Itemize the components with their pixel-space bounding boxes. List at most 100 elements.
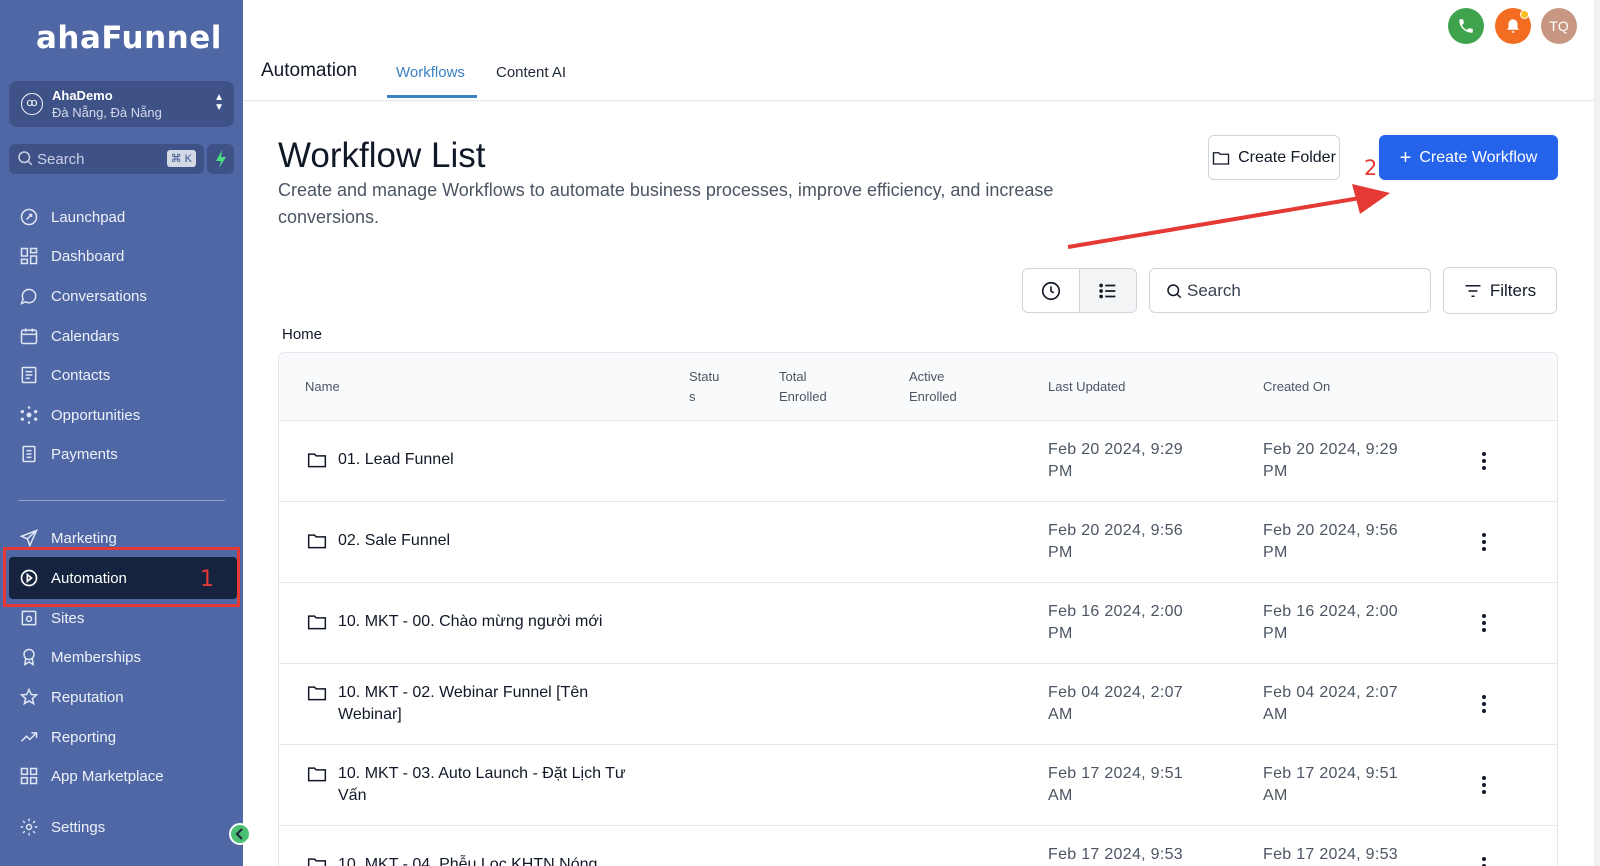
filters-label: Filters: [1489, 280, 1537, 300]
more-options-icon[interactable]: [1480, 613, 1488, 633]
trend-icon: [18, 726, 40, 748]
sidebar-item-label: Payments: [51, 445, 118, 463]
sidebar-item-app-marketplace[interactable]: App Marketplace: [18, 761, 238, 791]
sidebar-item-contacts[interactable]: Contacts: [18, 360, 238, 390]
row-name[interactable]: 02. Sale Funnel: [338, 530, 658, 552]
sidebar-item-payments[interactable]: Payments: [18, 439, 238, 469]
row-last-updated: Feb 20 2024, 9:56 PM: [1048, 522, 1183, 561]
opportunities-icon: [18, 404, 40, 426]
workflow-table: Name Statu s Total Enrolled Active Enrol…: [278, 352, 1558, 866]
row-name[interactable]: 10. MKT - 04. Phễu Lọc KHTN Nóng: [338, 854, 658, 866]
bolt-icon: [215, 150, 226, 168]
row-name[interactable]: 10. MKT - 02. Webinar Funnel [Tên Webina…: [338, 682, 658, 726]
create-folder-label: Create Folder: [1238, 148, 1336, 166]
row-last-updated: Feb 17 2024, 9:53 AM: [1048, 846, 1183, 863]
folder-icon: [307, 858, 327, 866]
tab-workflows[interactable]: Workflows: [396, 64, 465, 81]
search-icon: [18, 151, 33, 166]
sidebar-item-label: Launchpad: [51, 208, 126, 226]
column-header-name[interactable]: Name: [305, 377, 340, 397]
sidebar-item-memberships[interactable]: Memberships: [18, 642, 238, 672]
phone-icon: [1459, 19, 1473, 33]
sidebar-item-sites[interactable]: Sites: [18, 603, 238, 633]
more-options-icon[interactable]: [1480, 532, 1488, 552]
create-workflow-button[interactable]: + Create Workflow: [1379, 135, 1558, 180]
table-row[interactable]: 10. MKT - 04. Phễu Lọc KHTN Nóng Feb 17 …: [279, 826, 1557, 866]
folder-icon: [307, 534, 327, 549]
column-header-total-enrolled[interactable]: Total Enrolled: [779, 367, 827, 407]
folder-icon: [307, 767, 327, 782]
scrollbar[interactable]: [1594, 0, 1600, 866]
breadcrumb[interactable]: Home: [282, 326, 322, 343]
column-header-status[interactable]: Statu s: [689, 367, 719, 407]
sidebar-item-label: Settings: [51, 818, 106, 836]
account-switcher[interactable]: ꝏ AhaDemo Đà Nẵng, Đà Nẵng ▲ ▼: [9, 81, 234, 127]
sidebar-item-label: Sites: [51, 609, 85, 627]
more-options-icon[interactable]: [1480, 451, 1488, 471]
clock-icon: [1041, 281, 1061, 300]
sidebar-item-launchpad[interactable]: Launchpad: [18, 202, 238, 232]
row-last-updated: Feb 16 2024, 2:00 PM: [1048, 603, 1183, 642]
list-view-button[interactable]: [1079, 269, 1136, 312]
payments-icon: [18, 443, 40, 465]
sidebar-item-label: Calendars: [51, 327, 120, 345]
column-header-active-enrolled[interactable]: Active Enrolled: [909, 367, 957, 407]
page-description: Create and manage Workflows to automate …: [278, 180, 1054, 227]
table-row[interactable]: 10. MKT - 03. Auto Launch - Đặt Lịch Tư …: [279, 745, 1557, 826]
row-created-on: Feb 04 2024, 2:07 AM: [1263, 684, 1398, 723]
phone-button[interactable]: [1448, 8, 1484, 44]
account-avatar-icon: ꝏ: [21, 93, 43, 115]
column-header-last-updated[interactable]: Last Updated: [1048, 377, 1125, 397]
view-toggle: [1022, 268, 1137, 313]
annotation-arrow: [1067, 184, 1390, 249]
search-icon: [1167, 284, 1182, 299]
more-options-icon[interactable]: [1480, 775, 1488, 795]
sidebar-item-label: Conversations: [51, 287, 147, 305]
sidebar-item-settings[interactable]: Settings: [18, 812, 238, 842]
create-workflow-label: Create Workflow: [1419, 148, 1538, 166]
table-row[interactable]: 10. MKT - 00. Chào mừng người mới Feb 16…: [279, 583, 1557, 664]
filter-icon: [1465, 284, 1481, 297]
row-last-updated: Feb 04 2024, 2:07 AM: [1048, 684, 1183, 723]
create-folder-button[interactable]: Create Folder: [1208, 135, 1340, 180]
more-options-icon[interactable]: [1480, 694, 1488, 714]
filters-button[interactable]: Filters: [1443, 267, 1557, 314]
sidebar-search[interactable]: Search ⌘ K: [9, 144, 204, 174]
sidebar-divider: [18, 500, 225, 501]
row-name[interactable]: 10. MKT - 00. Chào mừng người mới: [338, 611, 658, 633]
list-icon: [1099, 283, 1116, 298]
row-name[interactable]: 10. MKT - 03. Auto Launch - Đặt Lịch Tư …: [338, 763, 658, 807]
sidebar-item-label: Reporting: [51, 728, 117, 746]
table-row[interactable]: 01. Lead Funnel Feb 20 2024, 9:29 PM Feb…: [279, 421, 1557, 502]
sidebar-item-dashboard[interactable]: Dashboard: [18, 241, 238, 271]
sidebar-item-conversations[interactable]: Conversations: [18, 281, 238, 311]
table-row[interactable]: 10. MKT - 02. Webinar Funnel [Tên Webina…: [279, 664, 1557, 745]
more-options-icon[interactable]: [1480, 856, 1488, 866]
plus-icon: +: [1399, 146, 1412, 169]
user-avatar[interactable]: TQ: [1541, 8, 1577, 44]
row-last-updated: Feb 17 2024, 9:51 AM: [1048, 765, 1183, 804]
row-name[interactable]: 01. Lead Funnel: [338, 449, 658, 471]
sidebar-item-calendars[interactable]: Calendars: [18, 321, 238, 351]
annotation-highlight-box: [3, 547, 240, 607]
tab-content-ai[interactable]: Content AI: [496, 64, 566, 81]
grid-icon: [18, 245, 40, 267]
sidebar-item-reputation[interactable]: Reputation: [18, 682, 238, 712]
column-header-created-on[interactable]: Created On: [1263, 377, 1330, 397]
table-row[interactable]: 02. Sale Funnel Feb 20 2024, 9:56 PM Feb…: [279, 502, 1557, 583]
chat-icon: [18, 285, 40, 307]
notification-dot: [1520, 10, 1529, 19]
recent-view-button[interactable]: [1023, 269, 1079, 312]
search-input[interactable]: [1187, 279, 1417, 303]
sidebar-item-reporting[interactable]: Reporting: [18, 722, 238, 752]
page-section-title: Automation: [261, 60, 358, 81]
sidebar-item-opportunities[interactable]: Opportunities: [18, 400, 238, 430]
sidebar-item-label: Dashboard: [51, 247, 125, 265]
account-location: Đà Nẵng, Đà Nẵng: [52, 105, 162, 120]
workflow-search: [1149, 268, 1431, 313]
quick-action-button[interactable]: [207, 144, 234, 174]
collapse-sidebar-button[interactable]: [229, 823, 251, 845]
top-header: Automation Workflows Content AI: [243, 0, 1594, 101]
bell-icon: [1507, 19, 1519, 33]
row-created-on: Feb 17 2024, 9:53 AM: [1263, 846, 1398, 863]
